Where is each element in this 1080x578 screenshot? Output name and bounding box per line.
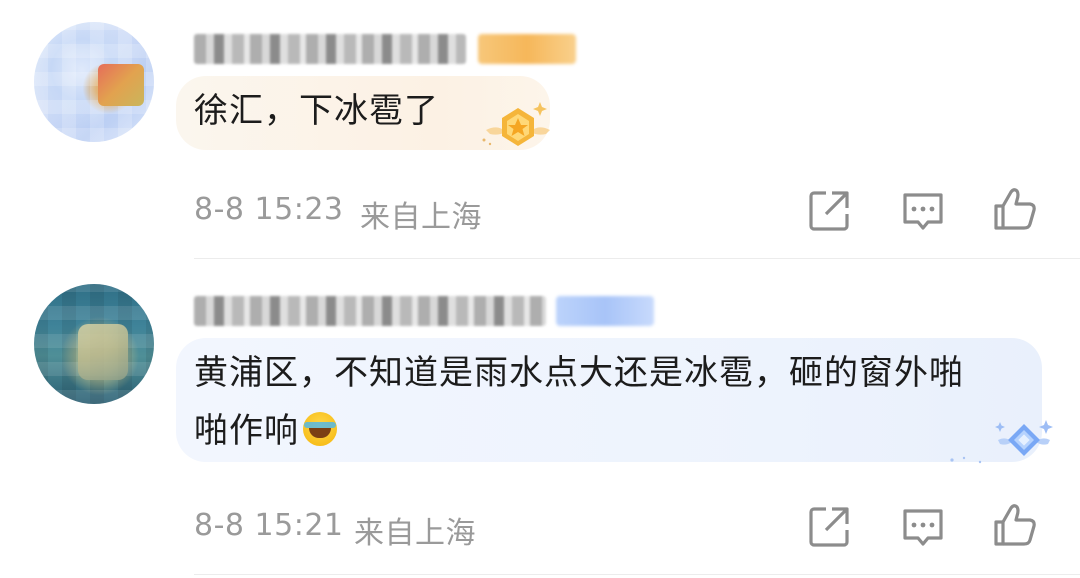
blue-medal-icon xyxy=(950,420,1053,464)
comment-text-line: 黄浦区，不知道是雨水点大还是冰雹，砸的窗外啪 xyxy=(194,353,964,393)
reply-icon[interactable] xyxy=(898,502,948,552)
avatar[interactable] xyxy=(34,284,154,404)
reply-icon[interactable] xyxy=(898,186,948,236)
comment-divider xyxy=(194,258,1080,259)
comment-item: 黄浦区，不知道是雨水点大还是冰雹，砸的窗外啪 啪作响 8-8 15:21 来自上… xyxy=(0,270,1080,578)
comment-text: 徐汇，下冰雹了 xyxy=(194,91,439,131)
username-blurred[interactable] xyxy=(194,34,466,64)
comment-list: 徐汇，下冰雹了 8-8 15:23 来自上海 黄浦区，不知道是雨水点大还是冰雹，… xyxy=(0,0,1080,578)
comment-text: 黄浦区，不知道是雨水点大还是冰雹，砸的窗外啪 啪作响 xyxy=(194,344,964,460)
comment-text-line: 啪作响 xyxy=(194,402,964,460)
share-icon[interactable] xyxy=(804,502,854,552)
avatar[interactable] xyxy=(34,22,154,142)
user-badge-blurred xyxy=(556,296,654,326)
comment-date: 8-8 15:23 xyxy=(194,192,344,227)
laugh-cry-emoji-icon xyxy=(303,412,337,446)
like-icon[interactable] xyxy=(990,184,1040,234)
comment-date: 8-8 15:21 xyxy=(194,508,344,543)
user-badge-blurred xyxy=(478,34,576,64)
share-icon[interactable] xyxy=(804,186,854,236)
username-blurred[interactable] xyxy=(194,296,546,326)
comment-location: 来自上海 xyxy=(360,200,482,235)
gold-medal-icon xyxy=(482,102,550,146)
like-icon[interactable] xyxy=(990,500,1040,550)
comment-location: 来自上海 xyxy=(354,516,476,551)
comment-divider xyxy=(194,574,1080,575)
comment-item: 徐汇，下冰雹了 8-8 15:23 来自上海 xyxy=(0,0,1080,270)
